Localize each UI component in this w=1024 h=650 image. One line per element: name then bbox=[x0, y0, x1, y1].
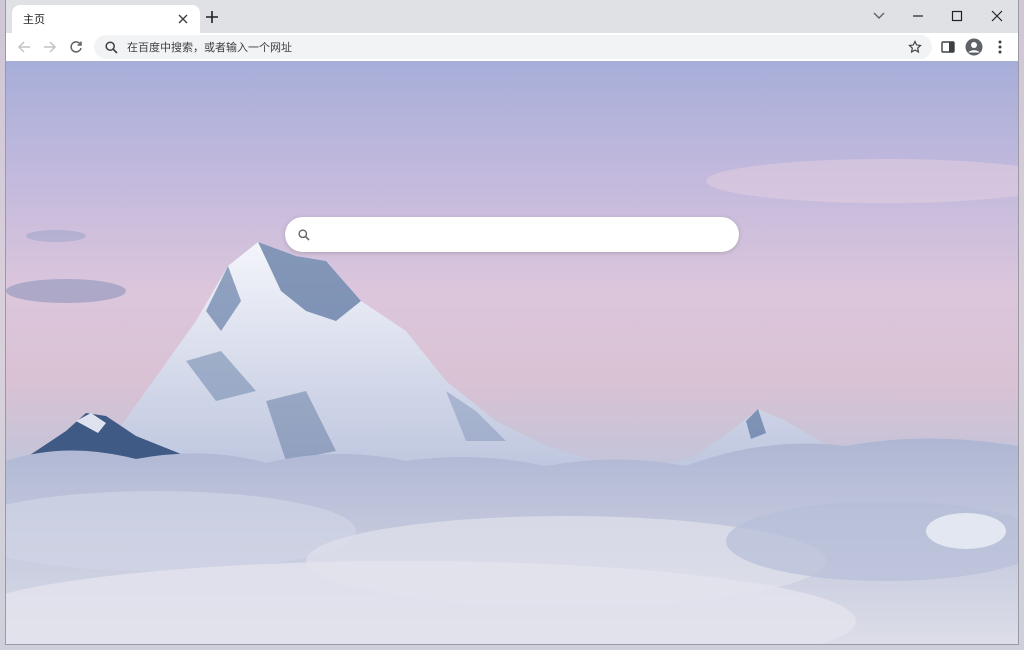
minimize-icon[interactable] bbox=[906, 4, 930, 28]
page-search-input[interactable] bbox=[319, 219, 727, 250]
maximize-icon[interactable] bbox=[945, 4, 969, 28]
side-panel-icon[interactable] bbox=[938, 37, 958, 57]
toolbar: 在百度中搜索，或者输入一个网址 bbox=[6, 33, 1018, 61]
plus-icon[interactable] bbox=[202, 7, 222, 27]
back-arrow-icon[interactable] bbox=[14, 37, 34, 57]
tab-title: 主页 bbox=[23, 13, 45, 26]
reload-icon[interactable] bbox=[66, 37, 86, 57]
search-icon bbox=[103, 39, 119, 55]
new-tab-page bbox=[6, 61, 1018, 644]
tab-search-icon[interactable] bbox=[867, 4, 891, 28]
search-icon bbox=[297, 228, 311, 242]
star-icon[interactable] bbox=[907, 39, 923, 55]
more-vertical-icon[interactable] bbox=[990, 37, 1010, 57]
title-bar: 主页 bbox=[6, 0, 1018, 33]
active-tab[interactable]: 主页 bbox=[12, 5, 200, 33]
forward-arrow-icon[interactable] bbox=[40, 37, 60, 57]
profile-avatar-icon[interactable] bbox=[964, 37, 984, 57]
close-icon[interactable] bbox=[985, 4, 1009, 28]
address-bar[interactable]: 在百度中搜索，或者输入一个网址 bbox=[94, 35, 932, 59]
browser-window: 主页 在百度中搜索，或者输入一个网址 bbox=[6, 0, 1018, 644]
mountain-background-image bbox=[6, 159, 1018, 644]
page-search-box[interactable] bbox=[285, 217, 739, 252]
address-bar-placeholder[interactable]: 在百度中搜索，或者输入一个网址 bbox=[127, 39, 907, 55]
close-icon[interactable] bbox=[174, 10, 192, 28]
